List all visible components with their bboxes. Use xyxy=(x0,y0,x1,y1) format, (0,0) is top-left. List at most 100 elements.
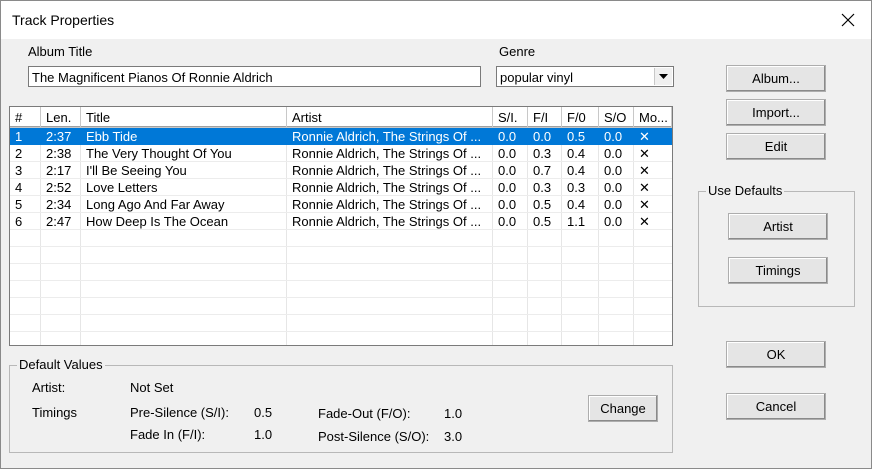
cell-pre-silence: 0.0 xyxy=(498,163,517,178)
cell-post-silence: 0.0 xyxy=(604,163,623,178)
fade-out-label: Fade-Out (F/O): xyxy=(318,406,411,421)
post-silence-label: Post-Silence (S/O): xyxy=(318,429,430,444)
edit-button[interactable]: Edit xyxy=(726,133,826,160)
column-header-mode[interactable]: Mo... xyxy=(634,107,672,128)
default-timings-label: Timings xyxy=(32,405,78,420)
cell-pre-silence: 0.0 xyxy=(498,197,517,212)
use-defaults-group xyxy=(698,191,855,307)
grid-row-line xyxy=(10,314,672,315)
ok-button[interactable]: OK xyxy=(726,341,826,368)
album-title-input[interactable]: The Magnificent Pianos Of Ronnie Aldrich xyxy=(28,66,481,87)
grid-row-line xyxy=(10,263,672,264)
cell-length: 2:34 xyxy=(46,197,72,212)
cell-mode: ✕ xyxy=(639,146,650,161)
cell-number: 5 xyxy=(15,197,23,212)
cell-pre-silence: 0.0 xyxy=(498,180,517,195)
cancel-button[interactable]: Cancel xyxy=(726,393,826,420)
close-icon xyxy=(841,13,855,27)
genre-label: Genre xyxy=(499,44,536,59)
use-defaults-title: Use Defaults xyxy=(706,183,785,198)
genre-value: popular vinyl xyxy=(500,70,573,85)
cell-fade-in: 0.5 xyxy=(533,197,552,212)
cell-fade-in: 0.5 xyxy=(533,214,552,229)
cell-mode: ✕ xyxy=(639,163,650,178)
cell-fade-in: 0.3 xyxy=(533,146,552,161)
close-button[interactable] xyxy=(825,1,871,39)
cell-mode: ✕ xyxy=(639,129,650,144)
column-header-fade-in[interactable]: F/I xyxy=(528,107,562,128)
fade-in-value: 1.0 xyxy=(254,427,273,442)
cell-fade-out: 0.3 xyxy=(567,180,586,195)
change-defaults-button[interactable]: Change xyxy=(588,395,658,422)
track-properties-dialog: Track Properties Album Title The Magnifi… xyxy=(0,0,872,469)
cell-fade-out: 1.1 xyxy=(567,214,586,229)
genre-dropdown[interactable]: popular vinyl xyxy=(496,66,674,87)
cell-artist: Ronnie Aldrich, The Strings Of ... xyxy=(292,197,482,212)
column-header-length[interactable]: Len. xyxy=(41,107,81,128)
cell-post-silence: 0.0 xyxy=(604,129,623,144)
cell-length: 2:52 xyxy=(46,180,72,195)
table-row[interactable]: 6 2:47 How Deep Is The Ocean Ronnie Aldrich… xyxy=(10,213,672,230)
timings-defaults-button[interactable]: Timings xyxy=(728,257,828,284)
import-button[interactable]: Import... xyxy=(726,99,826,126)
cell-post-silence: 0.0 xyxy=(604,180,623,195)
cell-fade-in: 0.0 xyxy=(533,129,552,144)
default-artist-label: Artist: xyxy=(32,380,66,395)
fade-out-value: 1.0 xyxy=(444,406,463,421)
grid-row-line xyxy=(10,280,672,281)
cell-artist: Ronnie Aldrich, The Strings Of ... xyxy=(292,214,482,229)
cell-fade-out: 0.4 xyxy=(567,163,586,178)
table-row[interactable]: 3 2:17 I'll Be Seeing You Ronnie Aldrich, T… xyxy=(10,162,672,179)
cell-title: I'll Be Seeing You xyxy=(86,163,187,178)
cell-title: Long Ago And Far Away xyxy=(86,197,225,212)
table-row[interactable]: 1 2:37 Ebb Tide Ronnie Aldrich, The Strings… xyxy=(10,128,672,145)
cell-title: Ebb Tide xyxy=(86,129,138,144)
column-header-fade-out[interactable]: F/0 xyxy=(562,107,599,128)
album-title-label: Album Title xyxy=(28,44,93,59)
cell-mode: ✕ xyxy=(639,197,650,212)
grid-row-line xyxy=(10,331,672,332)
column-header-artist[interactable]: Artist xyxy=(287,107,493,128)
cell-number: 2 xyxy=(15,146,23,161)
cell-number: 6 xyxy=(15,214,23,229)
album-button[interactable]: Album... xyxy=(726,65,826,92)
cell-pre-silence: 0.0 xyxy=(498,214,517,229)
cell-number: 3 xyxy=(15,163,23,178)
cell-post-silence: 0.0 xyxy=(604,197,623,212)
cell-artist: Ronnie Aldrich, The Strings Of ... xyxy=(292,146,482,161)
cell-number: 1 xyxy=(15,129,23,144)
dropdown-arrow-button[interactable] xyxy=(654,68,672,85)
table-row[interactable]: 2 2:38 The Very Thought Of You Ronnie Aldri… xyxy=(10,145,672,162)
cell-pre-silence: 0.0 xyxy=(498,146,517,161)
column-header-pre-silence[interactable]: S/I. xyxy=(493,107,528,128)
grid-row-line xyxy=(10,246,672,247)
chevron-down-icon xyxy=(659,73,668,79)
cell-fade-out: 0.4 xyxy=(567,146,586,161)
cell-title: The Very Thought Of You xyxy=(86,146,232,161)
cell-title: How Deep Is The Ocean xyxy=(86,214,229,229)
cell-pre-silence: 0.0 xyxy=(498,129,517,144)
cell-artist: Ronnie Aldrich, The Strings Of ... xyxy=(292,163,482,178)
pre-silence-label: Pre-Silence (S/I): xyxy=(130,405,229,420)
default-artist-value: Not Set xyxy=(130,380,174,395)
column-header-title[interactable]: Title xyxy=(81,107,287,128)
cell-length: 2:47 xyxy=(46,214,72,229)
artist-defaults-button[interactable]: Artist xyxy=(728,213,828,240)
cell-post-silence: 0.0 xyxy=(604,146,623,161)
pre-silence-value: 0.5 xyxy=(254,405,273,420)
table-row[interactable]: 4 2:52 Love Letters Ronnie Aldrich, The Str… xyxy=(10,179,672,196)
track-list[interactable]: # Len. Title Artist S/I. F/I F/0 S/O Mo.… xyxy=(9,106,673,346)
title-bar: Track Properties xyxy=(1,1,871,39)
cell-length: 2:37 xyxy=(46,129,72,144)
default-values-title: Default Values xyxy=(17,357,105,372)
fade-in-label: Fade In (F/I): xyxy=(130,427,206,442)
post-silence-value: 3.0 xyxy=(444,429,463,444)
column-header-number[interactable]: # xyxy=(10,107,41,128)
cell-fade-out: 0.5 xyxy=(567,129,586,144)
column-header-post-silence[interactable]: S/O xyxy=(599,107,634,128)
cell-title: Love Letters xyxy=(86,180,158,195)
cell-fade-out: 0.4 xyxy=(567,197,586,212)
cell-length: 2:38 xyxy=(46,146,72,161)
cell-mode: ✕ xyxy=(639,180,650,195)
table-row[interactable]: 5 2:34 Long Ago And Far Away Ronnie Aldrich… xyxy=(10,196,672,213)
